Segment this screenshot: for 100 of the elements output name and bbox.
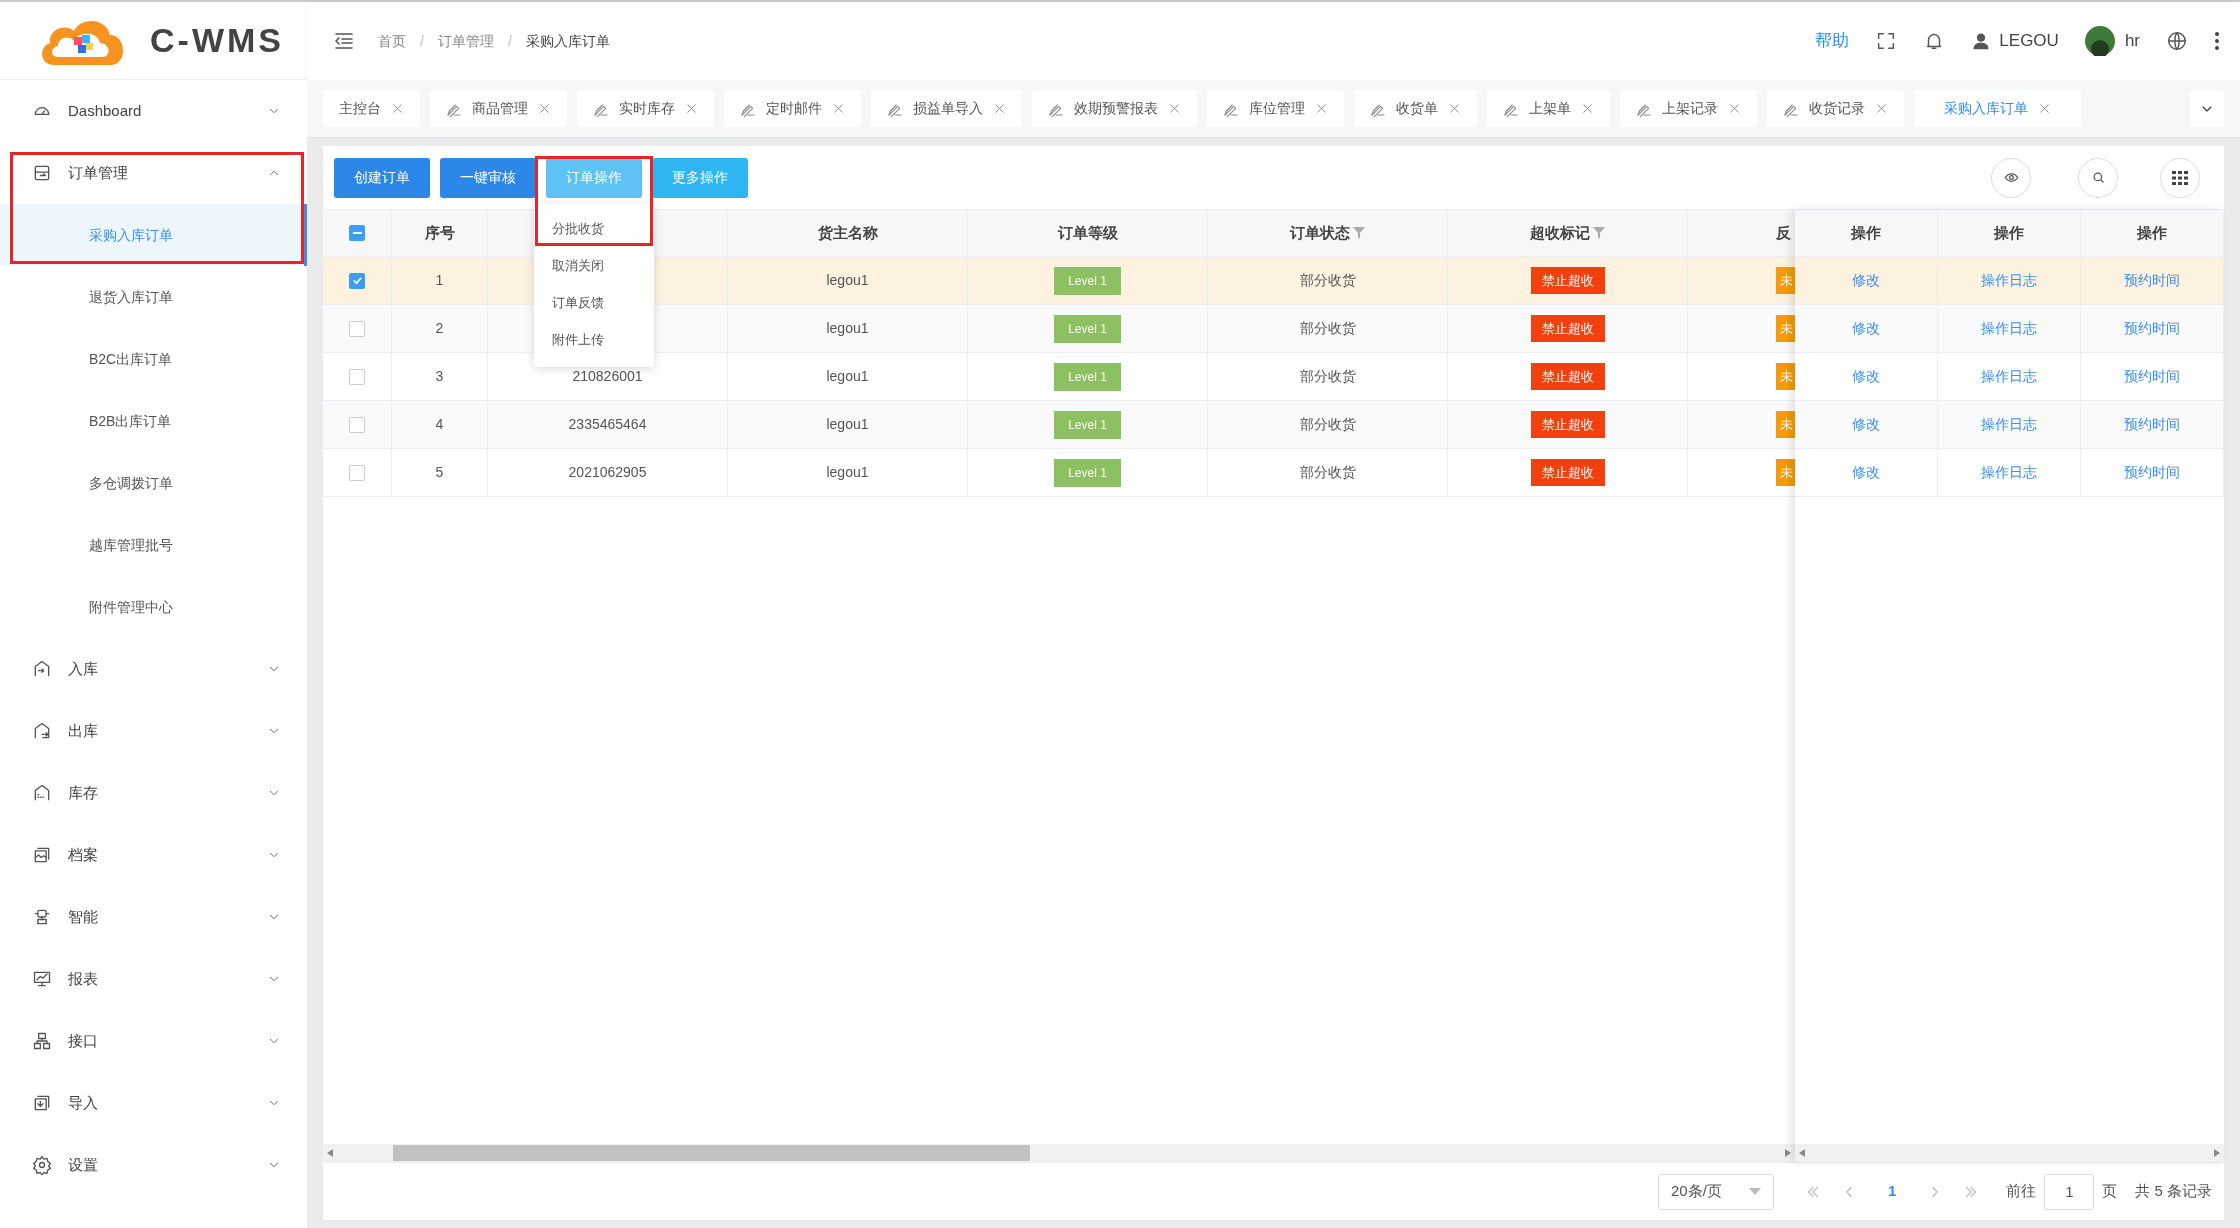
dropdown-item[interactable]: 附件上传 bbox=[534, 321, 654, 359]
sidebar-item[interactable]: 出库 bbox=[0, 700, 307, 762]
tab[interactable]: 收货记录 bbox=[1767, 90, 1904, 127]
table-cell-text: 部分收货 bbox=[1299, 367, 1356, 386]
column-header[interactable]: 订单状态 bbox=[1290, 221, 1365, 245]
row-checkbox[interactable] bbox=[349, 368, 365, 385]
row-checkbox[interactable] bbox=[349, 320, 365, 337]
sidebar-subitem[interactable]: B2C出库订单 bbox=[0, 328, 307, 390]
close-icon[interactable] bbox=[538, 102, 551, 115]
column-header[interactable]: 反 bbox=[1776, 221, 1791, 245]
table-cell-text: 部分收货 bbox=[1299, 319, 1356, 338]
filter-icon[interactable] bbox=[1353, 227, 1365, 239]
dropdown-item[interactable]: 分批收货 bbox=[534, 210, 654, 248]
tab[interactable]: 损益单导入 bbox=[871, 90, 1022, 127]
action-link[interactable]: 修改 bbox=[1852, 462, 1880, 483]
sidebar-subitem[interactable]: 多仓调拨订单 bbox=[0, 452, 307, 514]
toolbar-button[interactable]: 一键审核 bbox=[440, 157, 536, 198]
toolbar-button[interactable]: 创建订单 bbox=[334, 157, 430, 198]
close-icon[interactable] bbox=[1581, 102, 1594, 115]
close-icon[interactable] bbox=[1875, 102, 1888, 115]
row-checkbox[interactable] bbox=[349, 416, 365, 433]
close-icon[interactable] bbox=[1315, 102, 1328, 115]
more-icon[interactable] bbox=[2214, 31, 2220, 51]
sidebar-item[interactable]: 订单管理 bbox=[0, 142, 307, 204]
row-checkbox[interactable] bbox=[349, 464, 365, 481]
status-tag: 禁止超收 bbox=[1530, 410, 1605, 439]
close-icon[interactable] bbox=[391, 102, 404, 115]
scroll-right-icon[interactable] bbox=[2214, 1149, 2220, 1157]
sidebar-subitem[interactable]: 附件管理中心 bbox=[0, 576, 307, 638]
tab[interactable]: 库位管理 bbox=[1207, 90, 1344, 127]
table-cell-text: 4 bbox=[435, 415, 444, 434]
close-icon[interactable] bbox=[832, 102, 845, 115]
horizontal-scrollbar[interactable] bbox=[1795, 1144, 2224, 1162]
caret-icon bbox=[1748, 1188, 1761, 1195]
tab[interactable]: 上架单 bbox=[1487, 90, 1610, 127]
tab[interactable]: 商品管理 bbox=[430, 90, 567, 127]
close-icon[interactable] bbox=[993, 102, 1006, 115]
sidebar-item[interactable]: 报表 bbox=[0, 948, 307, 1010]
sidebar-item[interactable]: 接口 bbox=[0, 1010, 307, 1072]
horizontal-scrollbar[interactable] bbox=[323, 1144, 1795, 1162]
level-tag: Level 1 bbox=[1054, 458, 1121, 487]
sidebar-item[interactable]: 导入 bbox=[0, 1072, 307, 1134]
column-header[interactable]: 序号 bbox=[424, 221, 455, 245]
action-link[interactable]: 预约时间 bbox=[2124, 366, 2180, 387]
sidebar-item[interactable]: 档案 bbox=[0, 824, 307, 886]
sidebar-subitem[interactable]: B2B出库订单 bbox=[0, 390, 307, 452]
breadcrumb-item[interactable]: 订单管理 bbox=[437, 30, 494, 52]
action-link[interactable]: 操作日志 bbox=[1981, 366, 2037, 387]
column-header[interactable]: 货主名称 bbox=[817, 221, 878, 245]
status-tag: 未 bbox=[1776, 458, 1795, 487]
sidebar-subitem[interactable]: 退货入库订单 bbox=[0, 266, 307, 328]
dropdown-item[interactable]: 订单反馈 bbox=[534, 284, 654, 322]
sidebar-item[interactable]: 设置 bbox=[0, 1134, 307, 1196]
close-icon[interactable] bbox=[2038, 102, 2051, 115]
page-size-select[interactable]: 20条/页 bbox=[1657, 1173, 1774, 1210]
filter-icon[interactable] bbox=[1593, 227, 1605, 239]
tab[interactable]: 定时邮件 bbox=[724, 90, 861, 127]
close-icon[interactable] bbox=[685, 102, 698, 115]
scroll-right-icon[interactable] bbox=[1785, 1149, 1791, 1157]
scroll-left-icon[interactable] bbox=[327, 1149, 333, 1157]
column-header[interactable]: 订单等级 bbox=[1057, 221, 1118, 245]
close-icon[interactable] bbox=[1728, 102, 1741, 115]
sidebar-item[interactable]: 入库 bbox=[0, 638, 307, 700]
action-link[interactable]: 修改 bbox=[1852, 366, 1880, 387]
tab[interactable]: 采购入库订单 bbox=[1914, 90, 2081, 127]
tabs-dropdown-button[interactable] bbox=[2190, 90, 2224, 127]
status-tag: 禁止超收 bbox=[1530, 362, 1605, 391]
level-tag: Level 1 bbox=[1054, 362, 1121, 391]
tab[interactable]: 实时库存 bbox=[577, 90, 714, 127]
tab[interactable]: 效期预警报表 bbox=[1032, 90, 1197, 127]
globe-icon[interactable] bbox=[2166, 30, 2188, 52]
action-link[interactable]: 操作日志 bbox=[1981, 462, 2037, 483]
breadcrumb-item: 采购入库订单 bbox=[525, 31, 610, 51]
close-icon[interactable] bbox=[1448, 102, 1461, 115]
sidebar-subitem[interactable]: 越库管理批号 bbox=[0, 514, 307, 576]
page-input[interactable]: 1 bbox=[2044, 1173, 2095, 1210]
action-link[interactable]: 预约时间 bbox=[2124, 462, 2180, 483]
tab[interactable]: 主控台 bbox=[323, 90, 420, 127]
tab[interactable]: 收货单 bbox=[1354, 90, 1477, 127]
scroll-left-icon[interactable] bbox=[1799, 1149, 1805, 1157]
close-icon[interactable] bbox=[1168, 102, 1181, 115]
breadcrumb-item[interactable]: 首页 bbox=[378, 30, 406, 52]
level-tag: Level 1 bbox=[1054, 314, 1121, 343]
help-link[interactable]: 帮助 bbox=[1815, 28, 1850, 54]
row-checkbox[interactable] bbox=[349, 272, 365, 289]
table-cell-text: 5 bbox=[435, 463, 444, 482]
sidebar-item[interactable]: 库存 bbox=[0, 762, 307, 824]
sidebar-item[interactable]: 智能 bbox=[0, 886, 307, 948]
status-tag: 禁止超收 bbox=[1530, 314, 1605, 343]
sidebar-item[interactable]: Dashboard bbox=[0, 80, 307, 142]
table-cell-text: 部分收货 bbox=[1299, 271, 1356, 290]
dropdown-item[interactable]: 取消关闭 bbox=[534, 247, 654, 285]
user-menu[interactable]: LEGOU bbox=[1971, 28, 2059, 54]
select-all-checkbox[interactable] bbox=[349, 225, 365, 241]
table-cell-text: 2335465464 bbox=[568, 415, 647, 434]
table-cell-text: legou1 bbox=[826, 367, 869, 386]
column-header[interactable]: 超收标记 bbox=[1530, 221, 1605, 245]
account-menu[interactable]: hr bbox=[2084, 26, 2140, 56]
tab[interactable]: 上架记录 bbox=[1620, 90, 1757, 127]
column-header: 操作 bbox=[2137, 222, 2167, 243]
